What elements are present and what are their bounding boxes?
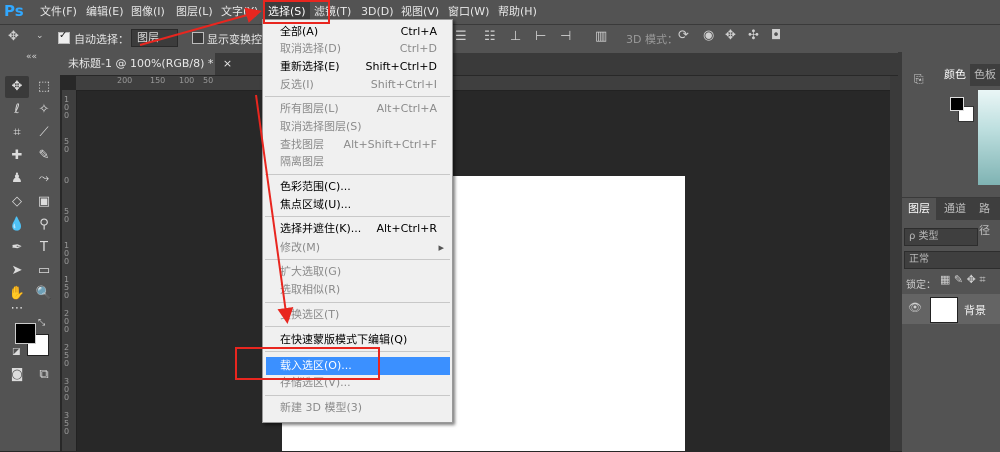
annotation-arrow-down bbox=[255, 94, 294, 324]
annotation-arrow-to-menu bbox=[139, 7, 262, 46]
annotation-arrows bbox=[139, 7, 294, 324]
